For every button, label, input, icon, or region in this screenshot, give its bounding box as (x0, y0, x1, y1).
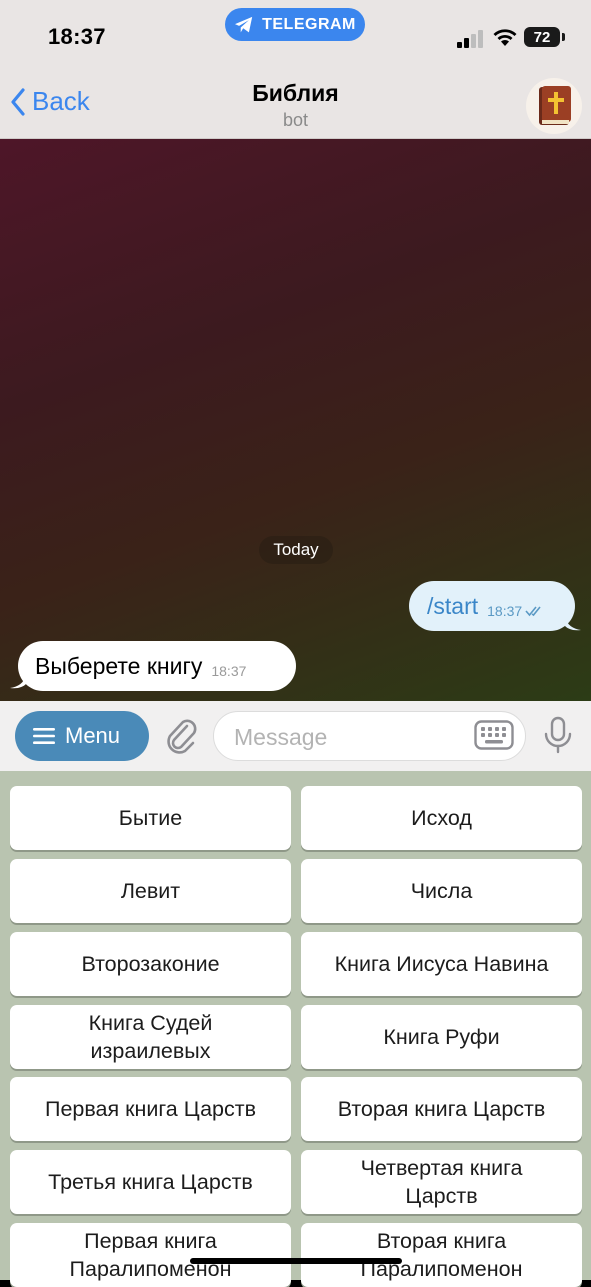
keyboard-button[interactable]: Вторая книга Царств (301, 1077, 582, 1141)
bot-avatar[interactable] (526, 78, 582, 134)
double-check-icon (525, 606, 541, 617)
bible-book-icon (539, 86, 571, 125)
bubble-tail (10, 675, 26, 689)
bubble-tail (565, 617, 581, 631)
incoming-message[interactable]: Выберете книгу 18:37 (18, 641, 296, 691)
message-meta: 18:37 (487, 603, 545, 619)
telegram-pill[interactable]: TELEGRAM (225, 8, 365, 41)
telegram-pill-label: TELEGRAM (262, 15, 356, 33)
chat-title[interactable]: Библия (0, 80, 591, 107)
paperclip-icon[interactable] (163, 716, 199, 756)
keyboard-button[interactable]: Числа (301, 859, 582, 923)
keyboard-button[interactable]: Исход (301, 786, 582, 850)
status-time: 18:37 (48, 24, 106, 49)
keyboard-button[interactable]: Бытие (10, 786, 291, 850)
keyboard-button[interactable]: Второзаконие (10, 932, 291, 996)
keyboard-button[interactable]: Первая книга Царств (10, 1077, 291, 1141)
microphone-icon[interactable] (543, 716, 573, 754)
keyboard-button[interactable]: Вторая книга Паралипоменон (301, 1223, 582, 1287)
message-time: 18:37 (487, 603, 523, 619)
battery-indicator: 72 (524, 27, 560, 47)
keyboard-button[interactable]: Третья книга Царств (10, 1150, 291, 1214)
wifi-icon (493, 29, 517, 46)
keyboard-button[interactable]: Левит (10, 859, 291, 923)
keyboard-button[interactable]: Первая книга Паралипоменон (10, 1223, 291, 1287)
signal-icon (457, 30, 483, 48)
message-text[interactable]: Выберете книгу (35, 653, 202, 680)
chat-subtitle: bot (282, 110, 309, 130)
message-input[interactable] (232, 712, 476, 762)
telegram-icon (235, 16, 253, 32)
bot-keyboard: Бытие Исход Левит Числа Второзаконие Кни… (0, 771, 591, 1287)
menu-label: Menu (65, 723, 121, 748)
keyboard-button[interactable]: Книга Руфи (301, 1005, 582, 1069)
keyboard-icon[interactable] (474, 720, 514, 750)
outgoing-message[interactable]: /start 18:37 (409, 581, 575, 631)
keyboard-button[interactable]: Четвертая книга Царств (301, 1150, 582, 1214)
menu-button[interactable]: Menu (15, 711, 149, 761)
message-text[interactable]: /start (427, 593, 478, 620)
date-separator: Today (259, 536, 333, 564)
battery-tip (562, 33, 565, 41)
keyboard-button[interactable]: Книга Иисуса Навина (301, 932, 582, 996)
hamburger-icon (33, 728, 55, 744)
message-time: 18:37 (211, 663, 247, 679)
home-indicator (190, 1258, 402, 1264)
keyboard-button[interactable]: Книга Судей израилевых (10, 1005, 291, 1069)
